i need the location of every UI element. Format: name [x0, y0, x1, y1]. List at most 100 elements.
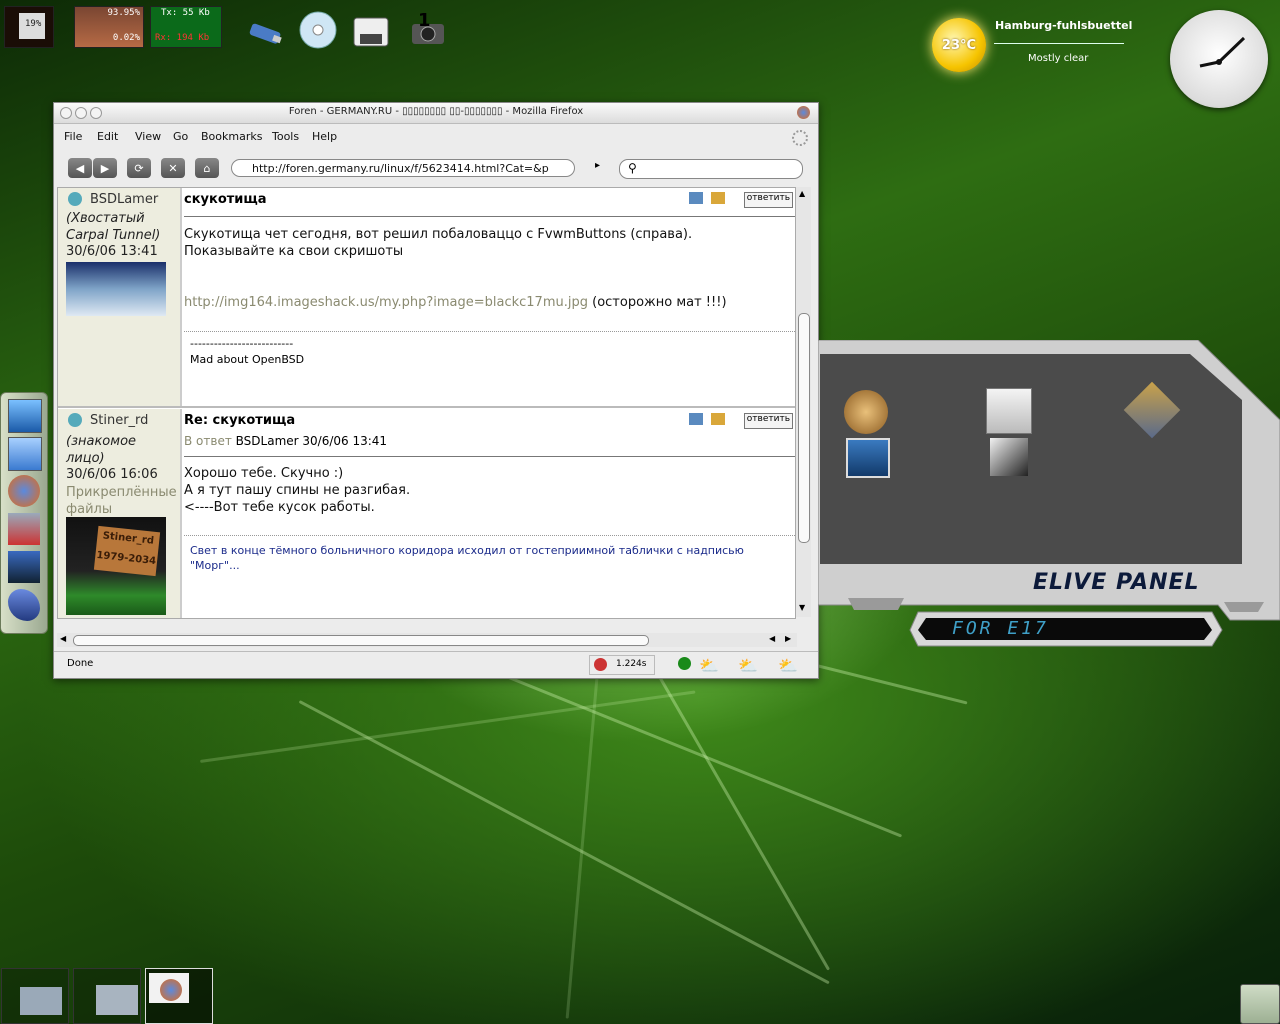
stop-button[interactable]: ✕ [161, 158, 185, 178]
window-title: Foren - GERMANY.RU - ▯▯▯▯▯▯▯▯ ▯▯-▯▯▯▯▯▯▯… [288, 106, 584, 117]
usb-drive-icon[interactable] [246, 10, 286, 50]
attachments-label[interactable]: Прикреплённые файлы [66, 484, 178, 518]
in-reply-prefix: В ответ [184, 434, 232, 448]
menu-go[interactable]: Go [173, 130, 188, 143]
forward-button[interactable]: ▶ [93, 158, 117, 178]
post-body-line: А я тут пашу спины не разгибая. [184, 483, 411, 498]
network-monitor[interactable]: Tx: 55 Kb Rx: 194 Kb [150, 6, 222, 48]
scroll-down-arrow-icon[interactable]: ▼ [799, 603, 805, 612]
reload-button[interactable]: ⟳ [127, 158, 151, 178]
memory-monitor[interactable]: 93.95% 0.02% [74, 6, 144, 48]
post-main: скукотища ответить Скукотища чет сегодня… [184, 188, 795, 406]
menu-help[interactable]: Help [312, 130, 337, 143]
scroll-left-arrow-icon[interactable]: ◀ [60, 634, 66, 643]
tools-icon[interactable] [8, 513, 40, 545]
firebug-icon[interactable] [594, 658, 607, 671]
avatar-sign-text: Stiner_rd [102, 530, 155, 547]
scroll-up-arrow-icon[interactable]: ▲ [799, 189, 805, 198]
post-author[interactable]: Stiner_rd [90, 413, 148, 428]
floppy-icon[interactable] [350, 10, 390, 50]
signature-divider [184, 331, 795, 332]
menu-tools[interactable]: Tools [272, 130, 299, 143]
firefox-window[interactable]: Foren - GERMANY.RU - ▯▯▯▯▯▯▯▯ ▯▯-▯▯▯▯▯▯▯… [53, 102, 819, 679]
menu-view[interactable]: View [135, 130, 161, 143]
post-body-line: Скукотища чет сегодня, вот решил побалов… [184, 227, 693, 242]
post-subject: Re: скукотища [184, 413, 296, 428]
elive-logo-icon[interactable] [8, 589, 40, 621]
settings-gears-icon[interactable] [844, 390, 888, 434]
in-reply-ref[interactable]: BSDLamer 30/6/06 13:41 [236, 434, 387, 448]
search-bar[interactable]: ⚲ [619, 159, 803, 179]
cd-icon[interactable] [298, 10, 338, 50]
weather-forecast-icon[interactable]: ⛅ [738, 656, 758, 675]
analog-clock[interactable] [1170, 10, 1268, 108]
weather-condition: Mostly clear [1028, 53, 1089, 64]
horizontal-scroll-thumb[interactable] [73, 635, 649, 646]
vertical-scrollbar[interactable]: ▲ ▼ [796, 187, 811, 617]
add-user-icon[interactable] [711, 413, 725, 425]
taskbar-item-firefox[interactable] [145, 968, 213, 1024]
home-button[interactable]: ⌂ [195, 158, 219, 178]
signature-divider [184, 535, 795, 536]
add-user-icon[interactable] [711, 192, 725, 204]
post-author-panel: BSDLamer (Хвостатый Carpal Tunnel) 30/6/… [58, 188, 182, 406]
load-time: 1.224s [616, 659, 647, 669]
windows-manager-icon[interactable] [986, 388, 1032, 434]
media-player-icon[interactable] [8, 551, 40, 583]
net-rx: Rx: 194 Kb [155, 33, 210, 43]
post-date: 30/6/06 16:06 [66, 467, 158, 482]
taskbar-item[interactable] [1, 968, 69, 1024]
print-icon[interactable] [689, 413, 703, 425]
weather-sun-icon[interactable]: 23°C [932, 18, 986, 72]
page-content: BSDLamer (Хвостатый Carpal Tunnel) 30/6/… [57, 187, 796, 619]
camera-badge: 1 [418, 10, 431, 31]
cpu-monitor[interactable]: 19% [4, 6, 54, 48]
signature-rule: -------------------------- [190, 337, 294, 350]
reply-button[interactable]: ответить [743, 413, 793, 429]
search-icon: ⚲ [628, 161, 637, 175]
firefox-icon[interactable] [8, 475, 40, 507]
net-tx: Tx: 55 Kb [161, 8, 210, 18]
user-icon [68, 413, 82, 427]
menu-file[interactable]: File [64, 130, 82, 143]
camera-icon[interactable]: 1 [408, 10, 448, 50]
vertical-scroll-thumb[interactable] [798, 313, 810, 543]
reply-button[interactable]: ответить [743, 192, 793, 208]
scroll-right-arrow-icon[interactable]: ◀ [769, 634, 775, 643]
go-arrow-icon[interactable]: ▸ [595, 160, 600, 171]
cube-icon[interactable] [990, 438, 1028, 476]
horizontal-scrollbar[interactable]: ◀ ◀ ▶ [57, 633, 797, 647]
taskbar-item[interactable] [73, 968, 141, 1024]
computer-icon[interactable] [8, 399, 42, 433]
monitor-display-icon[interactable] [846, 438, 890, 478]
elive-panel: ELIVE PANEL FOR E17 [818, 340, 1280, 660]
side-dock [0, 392, 48, 634]
print-icon[interactable] [689, 192, 703, 204]
back-button[interactable]: ◀ [68, 158, 92, 178]
signature: Mad about OpenBSD [190, 353, 305, 366]
url-bar[interactable]: http://foren.germany.ru/linux/f/5623414.… [231, 159, 575, 177]
post-body-line: <----Вот тебе кусок работы. [184, 500, 375, 515]
menu-bookmarks[interactable]: Bookmarks [201, 130, 262, 143]
file-manager-icon[interactable] [8, 437, 42, 471]
scroll-right-arrow-icon[interactable]: ▶ [785, 634, 791, 643]
weather-forecast-icon[interactable]: ⛅ [778, 656, 798, 675]
author-avatar: Stiner_rd 1979-2034 [66, 517, 166, 615]
weather-city: Hamburg-fuhlsbuettel [995, 19, 1133, 32]
menu-edit[interactable]: Edit [97, 130, 118, 143]
forum-post: Stiner_rd (знакомое лицо) 30/6/06 16:06 … [58, 409, 795, 618]
post-divider [184, 456, 795, 457]
navigation-toolbar: ◀ ▶ ⟳ ✕ ⌂ http://foren.germany.ru/linux/… [54, 151, 818, 183]
post-author[interactable]: BSDLamer [90, 192, 158, 207]
weather-forecast-icon[interactable]: ⛅ [699, 656, 719, 675]
mem-top: 93.95% [107, 8, 140, 18]
post-date: 30/6/06 13:41 [66, 244, 158, 259]
post-body-line: Показывайте ка свои скришоты [184, 244, 404, 259]
url-text: http://foren.germany.ru/linux/f/5623414.… [252, 162, 549, 175]
show-desktop-button[interactable] [1240, 984, 1280, 1024]
avatar-sign: Stiner_rd 1979-2034 [93, 525, 161, 577]
window-titlebar[interactable]: Foren - GERMANY.RU - ▯▯▯▯▯▯▯▯ ▯▯-▯▯▯▯▯▯▯… [54, 103, 818, 124]
online-status-icon[interactable] [678, 657, 691, 670]
user-icon [68, 192, 82, 206]
image-link[interactable]: http://img164.imageshack.us/my.php?image… [184, 295, 588, 310]
